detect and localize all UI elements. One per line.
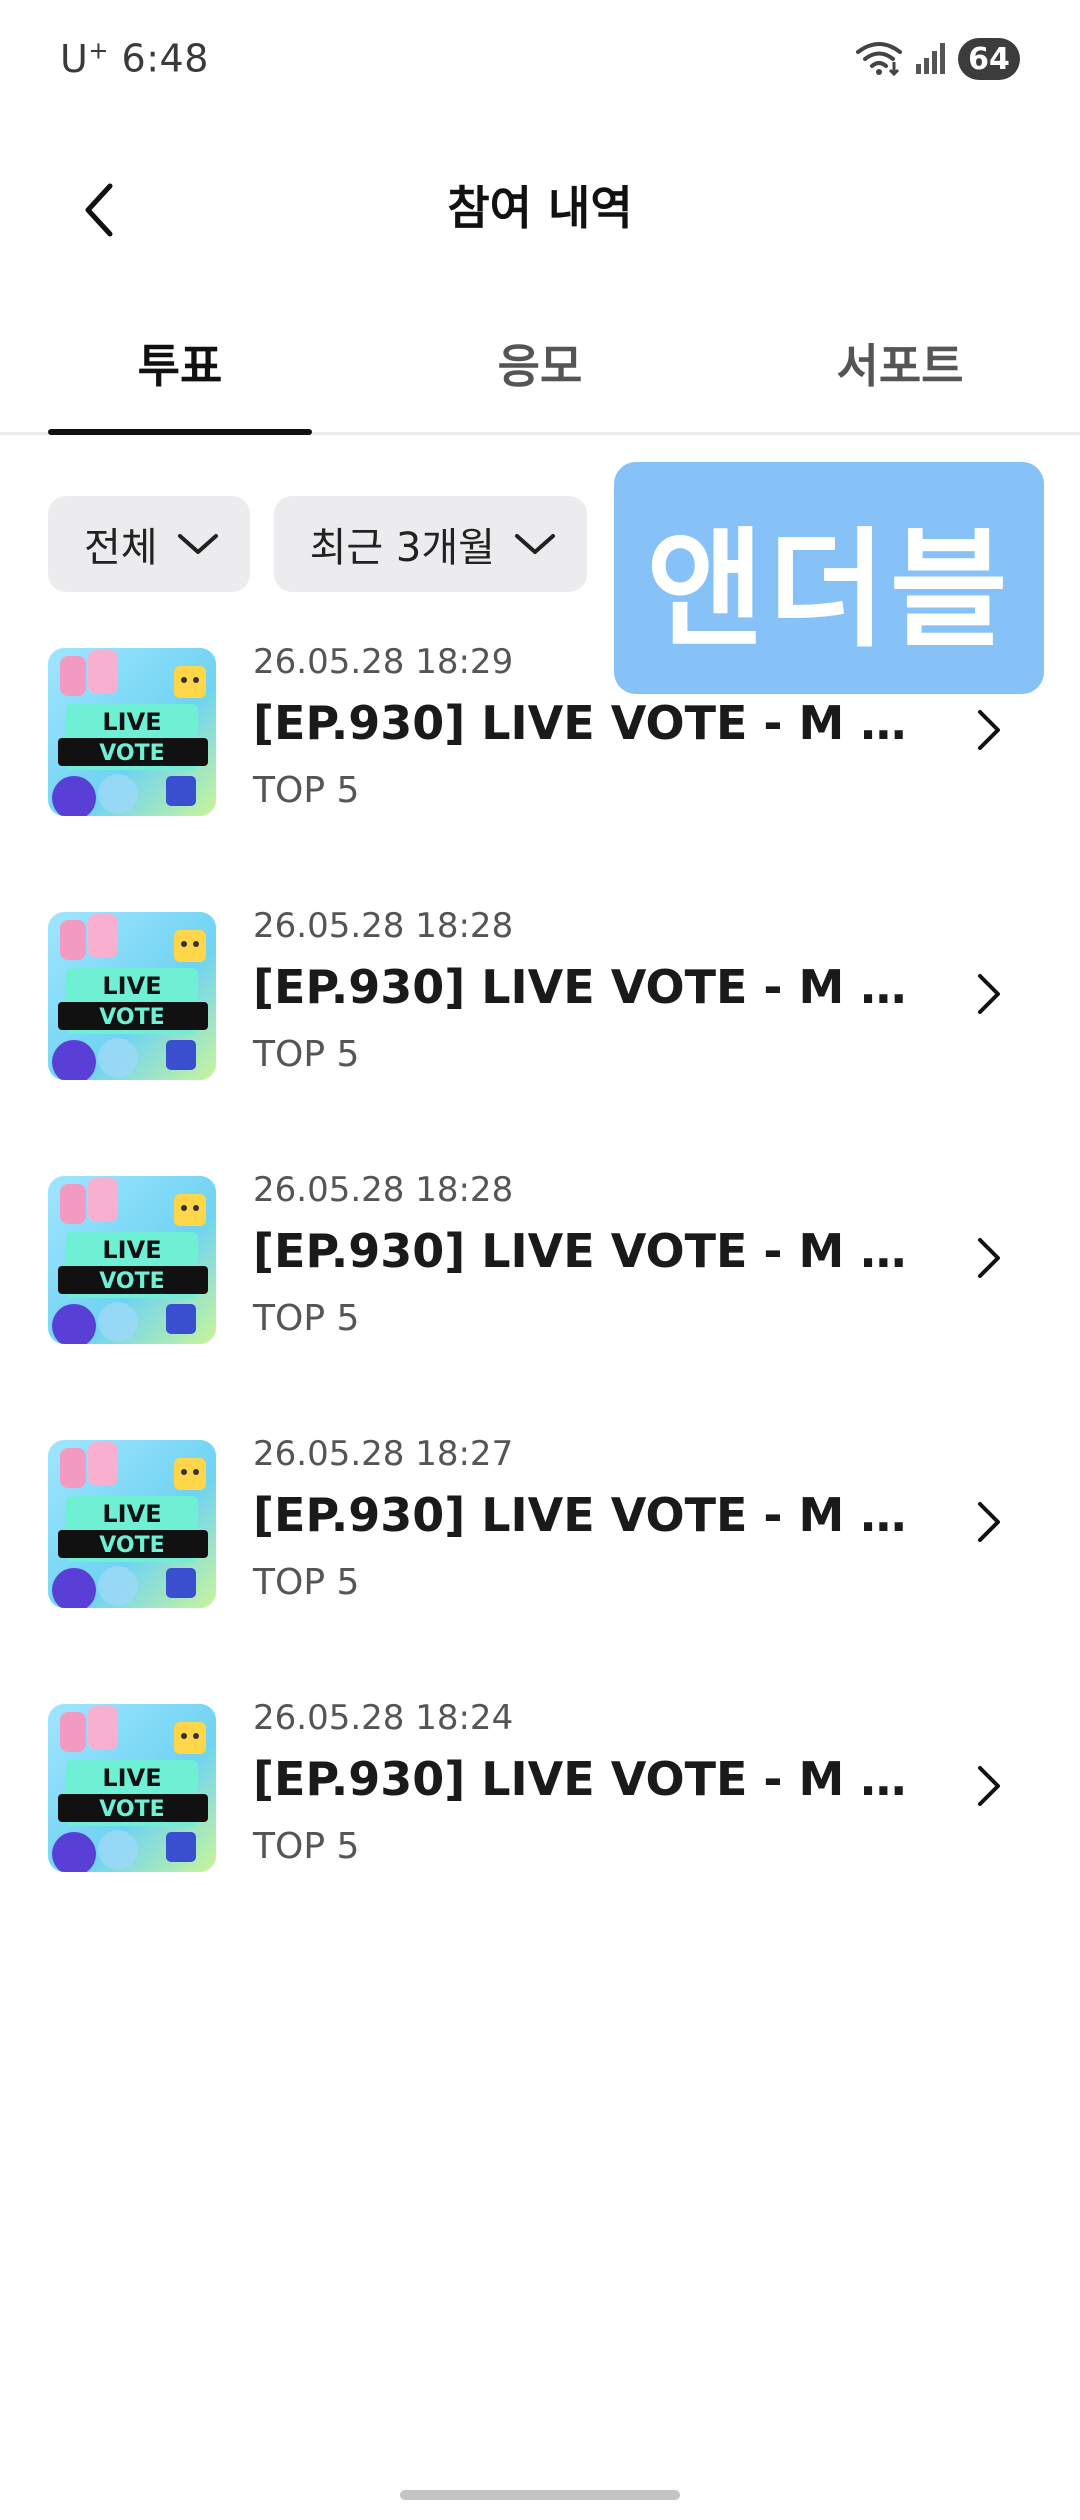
list-item[interactable]: LIVE VOTE 26.05.28 18:28 [EP.930] LIVE V…	[0, 1168, 1080, 1432]
vote-date: 26.05.28 18:27	[253, 1434, 514, 1474]
thumb-text-live: LIVE	[102, 708, 161, 736]
tab-entry[interactable]: 응모	[408, 330, 672, 396]
chevron-down-icon	[514, 534, 555, 554]
live-vote-thumbnail: LIVE VOTE	[48, 648, 216, 816]
thumb-text-live: LIVE	[102, 1764, 161, 1792]
home-indicator[interactable]	[400, 2490, 680, 2500]
vote-date: 26.05.28 18:28	[253, 906, 514, 946]
filter-bar: 전체 최근 3개월	[48, 496, 587, 592]
list-item[interactable]: LIVE VOTE 26.05.28 18:24 [EP.930] LIVE V…	[0, 1696, 1080, 1960]
chevron-right-icon	[978, 710, 1000, 750]
vote-history-list: LIVE VOTE 26.05.28 18:29 [EP.930] LIVE V…	[0, 640, 1080, 1960]
vote-title: [EP.930] LIVE VOTE - M COUNTDOWN	[253, 696, 913, 750]
thumb-text-vote: VOTE	[99, 1533, 164, 1558]
thumb-text-vote: VOTE	[99, 741, 164, 766]
list-item[interactable]: LIVE VOTE 26.05.28 18:27 [EP.930] LIVE V…	[0, 1432, 1080, 1696]
vote-title: [EP.930] LIVE VOTE - M COUNTDOWN	[253, 1224, 913, 1278]
vote-title: [EP.930] LIVE VOTE - M COUNTDOWN	[253, 1752, 913, 1806]
vote-title: [EP.930] LIVE VOTE - M COUNTDOWN	[253, 960, 913, 1014]
status-icons: 64	[854, 38, 1020, 80]
battery-indicator: 64	[958, 38, 1020, 80]
vote-subtitle: TOP 5	[253, 1562, 360, 1603]
tab-vote[interactable]: 투표	[48, 330, 312, 396]
thumb-text-live: LIVE	[102, 1500, 161, 1528]
chevron-right-icon	[978, 1238, 1000, 1278]
thumb-text-live: LIVE	[102, 1236, 161, 1264]
active-tab-indicator	[48, 429, 312, 435]
chevron-right-icon	[978, 974, 1000, 1014]
clock: 6:48	[121, 36, 209, 81]
thumb-text-vote: VOTE	[99, 1269, 164, 1294]
live-vote-thumbnail: LIVE VOTE	[48, 1176, 216, 1344]
page-title: 참여 내역	[447, 181, 633, 235]
period-filter-label: 최근 3개월	[309, 525, 495, 571]
vote-date: 26.05.28 18:28	[253, 1170, 514, 1210]
header: 참여 내역	[0, 140, 1080, 260]
period-filter[interactable]: 최근 3개월	[273, 496, 587, 592]
wifi-icon	[854, 38, 904, 80]
carrier-time: U+ 6:48	[60, 36, 209, 81]
live-vote-thumbnail: LIVE VOTE	[48, 912, 216, 1080]
chevron-down-icon	[177, 534, 218, 554]
vote-title: [EP.930] LIVE VOTE - M COUNTDOWN	[253, 1488, 913, 1542]
screen: U+ 6:48 64 참여 내역 투표 응모 서포트 전체 최근 3개월 LIV…	[0, 0, 1080, 2520]
watermark: 앤더블	[614, 462, 1044, 694]
vote-date: 26.05.28 18:24	[253, 1698, 514, 1738]
vote-subtitle: TOP 5	[253, 1826, 360, 1867]
chevron-right-icon	[978, 1766, 1000, 1806]
vote-subtitle: TOP 5	[253, 770, 360, 811]
thumb-text-vote: VOTE	[99, 1797, 164, 1822]
carrier-label: U+	[60, 36, 109, 81]
tab-support[interactable]: 서포트	[768, 330, 1032, 396]
live-vote-thumbnail: LIVE VOTE	[48, 1704, 216, 1872]
category-filter-label: 전체	[84, 525, 158, 571]
vote-subtitle: TOP 5	[253, 1034, 360, 1075]
thumb-text-live: LIVE	[102, 972, 161, 1000]
vote-subtitle: TOP 5	[253, 1298, 360, 1339]
category-filter[interactable]: 전체	[48, 496, 250, 592]
signal-icon	[914, 40, 948, 78]
tab-bar: 투표 응모 서포트	[0, 300, 1080, 435]
status-bar: U+ 6:48 64	[0, 0, 1080, 120]
live-vote-thumbnail: LIVE VOTE	[48, 1440, 216, 1608]
chevron-right-icon	[978, 1502, 1000, 1542]
list-item[interactable]: LIVE VOTE 26.05.28 18:28 [EP.930] LIVE V…	[0, 904, 1080, 1168]
thumb-text-vote: VOTE	[99, 1005, 164, 1030]
vote-date: 26.05.28 18:29	[253, 642, 514, 682]
